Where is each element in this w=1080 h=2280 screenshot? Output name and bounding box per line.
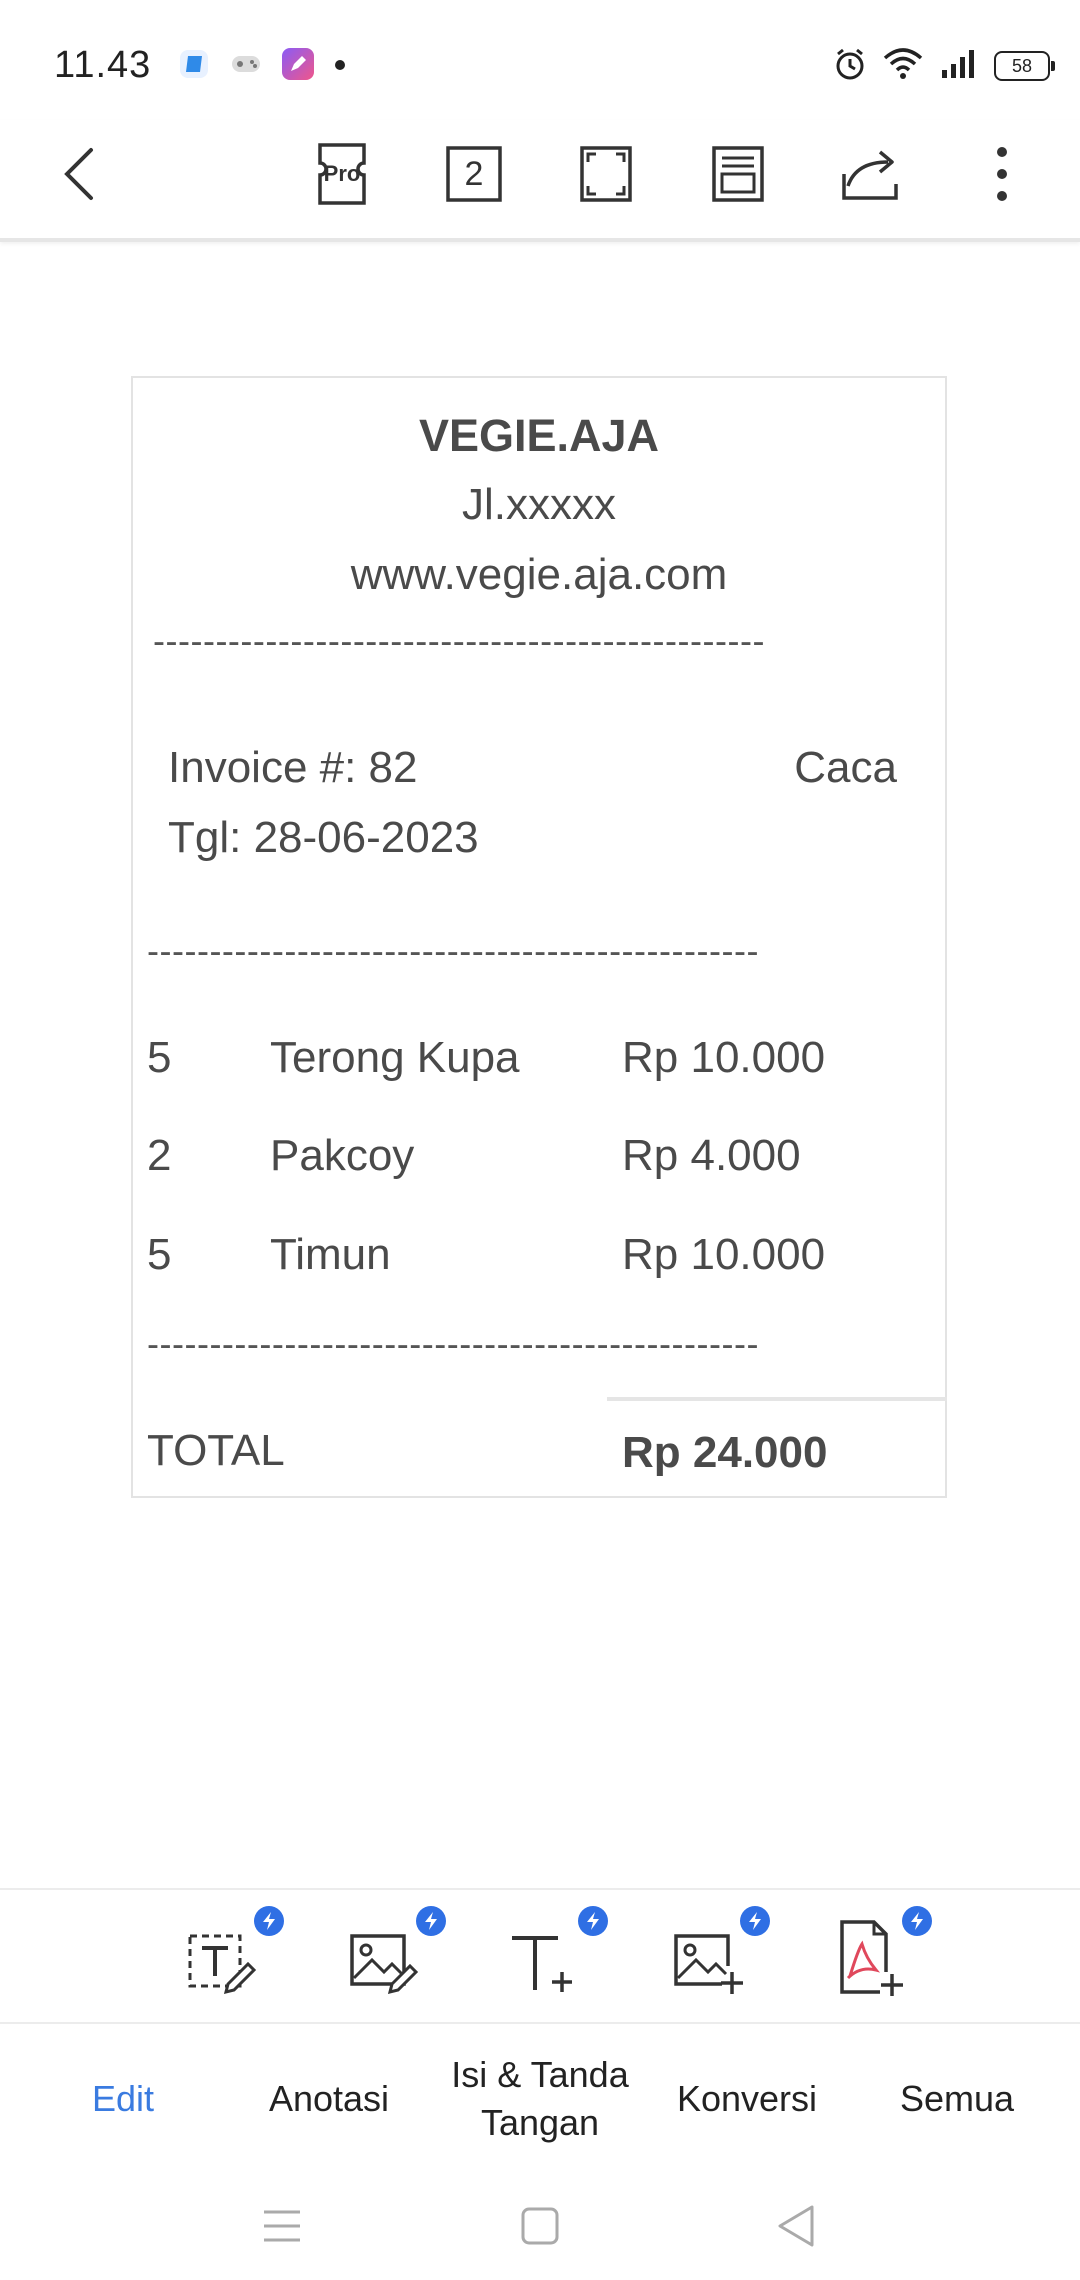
recent-apps-icon[interactable] [252,2196,312,2256]
game-controller-icon [228,46,264,82]
edit-text-tool[interactable] [176,1906,284,2004]
tab-isi-tanda-tangan[interactable]: Isi & Tanda Tangan [432,2024,648,2174]
alarm-icon [832,46,868,87]
share-icon[interactable] [830,134,910,214]
bottom-tabs: Edit Anotasi Isi & Tanda Tangan Konversi… [0,2022,1080,2174]
system-nav-bar [0,2172,1080,2280]
item-name: Terong Kupa [270,1033,520,1082]
pdf-convert-tool[interactable] [824,1906,932,2004]
separator-line: ----------------------------------------… [147,930,759,971]
tools-row [0,1888,1080,2024]
invoice-date: Tgl: 28-06-2023 [168,813,479,862]
home-icon[interactable] [510,2196,570,2256]
separator-line: ----------------------------------------… [153,620,765,661]
tab-konversi[interactable]: Konversi [664,2024,830,2174]
total-value: Rp 24.000 [622,1428,828,1477]
add-image-icon [674,1934,743,1994]
reading-mode-icon[interactable] [698,134,778,214]
edit-text-icon [188,1934,257,1995]
separator-line: ----------------------------------------… [147,1323,759,1364]
status-right-group: 58 [832,44,1055,88]
back-arrow-icon[interactable] [40,134,120,214]
back-nav-icon[interactable] [766,2196,826,2256]
status-bar: 11.43 58 [0,0,1080,120]
add-text-tool[interactable] [500,1906,608,2004]
total-rule [607,1397,947,1401]
add-image-tool[interactable] [662,1906,770,2004]
item-name: Pakcoy [270,1131,415,1180]
top-toolbar: Pro 2 [0,120,1080,242]
page-number-icon[interactable]: 2 [434,134,514,214]
pro-ticket-icon[interactable]: Pro [302,134,382,214]
edit-image-icon [350,1934,419,1995]
item-qty: 5 [147,1230,172,1279]
pen-app-icon [280,46,316,82]
pdf-convert-icon [840,1920,903,1996]
store-address: Jl.xxxxx [462,480,616,529]
tab-edit[interactable]: Edit [40,2024,206,2174]
pro-label: Pro [323,161,361,186]
item-name: Timun [270,1230,391,1279]
tab-semua[interactable]: Semua [874,2024,1040,2174]
lightning-icon [416,1906,446,1936]
more-icon[interactable] [962,134,1042,214]
notification-dot-icon [334,58,346,70]
tab-anotasi[interactable]: Anotasi [246,2024,412,2174]
lightning-icon [902,1906,932,1936]
lightning-icon [578,1906,608,1936]
edit-image-tool[interactable] [338,1906,446,2004]
item-price: Rp 10.000 [622,1033,826,1082]
store-website: www.vegie.aja.com [350,550,728,599]
item-qty: 2 [147,1131,172,1180]
battery-level: 58 [1011,55,1033,76]
status-time: 11.43 [54,44,152,86]
battery-icon: 58 [994,51,1055,81]
cashier-name: Caca [794,743,897,792]
add-text-icon [512,1936,572,1992]
item-price: Rp 4.000 [622,1131,801,1180]
signal-icon [938,46,980,87]
receipt-document: VEGIE.AJA Jl.xxxxx www.vegie.aja.com ---… [131,376,947,1498]
item-price: Rp 10.000 [622,1230,826,1279]
total-label: TOTAL [147,1426,285,1475]
fullscreen-icon[interactable] [566,134,646,214]
lightning-icon [254,1906,284,1936]
blue-app-icon [176,46,212,82]
item-qty: 5 [147,1033,172,1082]
page-count: 2 [464,154,484,193]
wifi-icon [882,46,924,87]
invoice-number: Invoice #: 82 [168,743,418,792]
lightning-icon [740,1906,770,1936]
store-name: VEGIE.AJA [418,410,660,461]
